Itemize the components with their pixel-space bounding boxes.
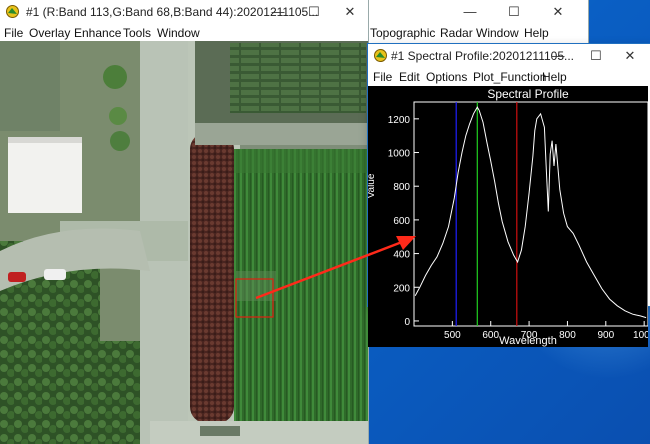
annotation-arrow [255, 236, 416, 300]
